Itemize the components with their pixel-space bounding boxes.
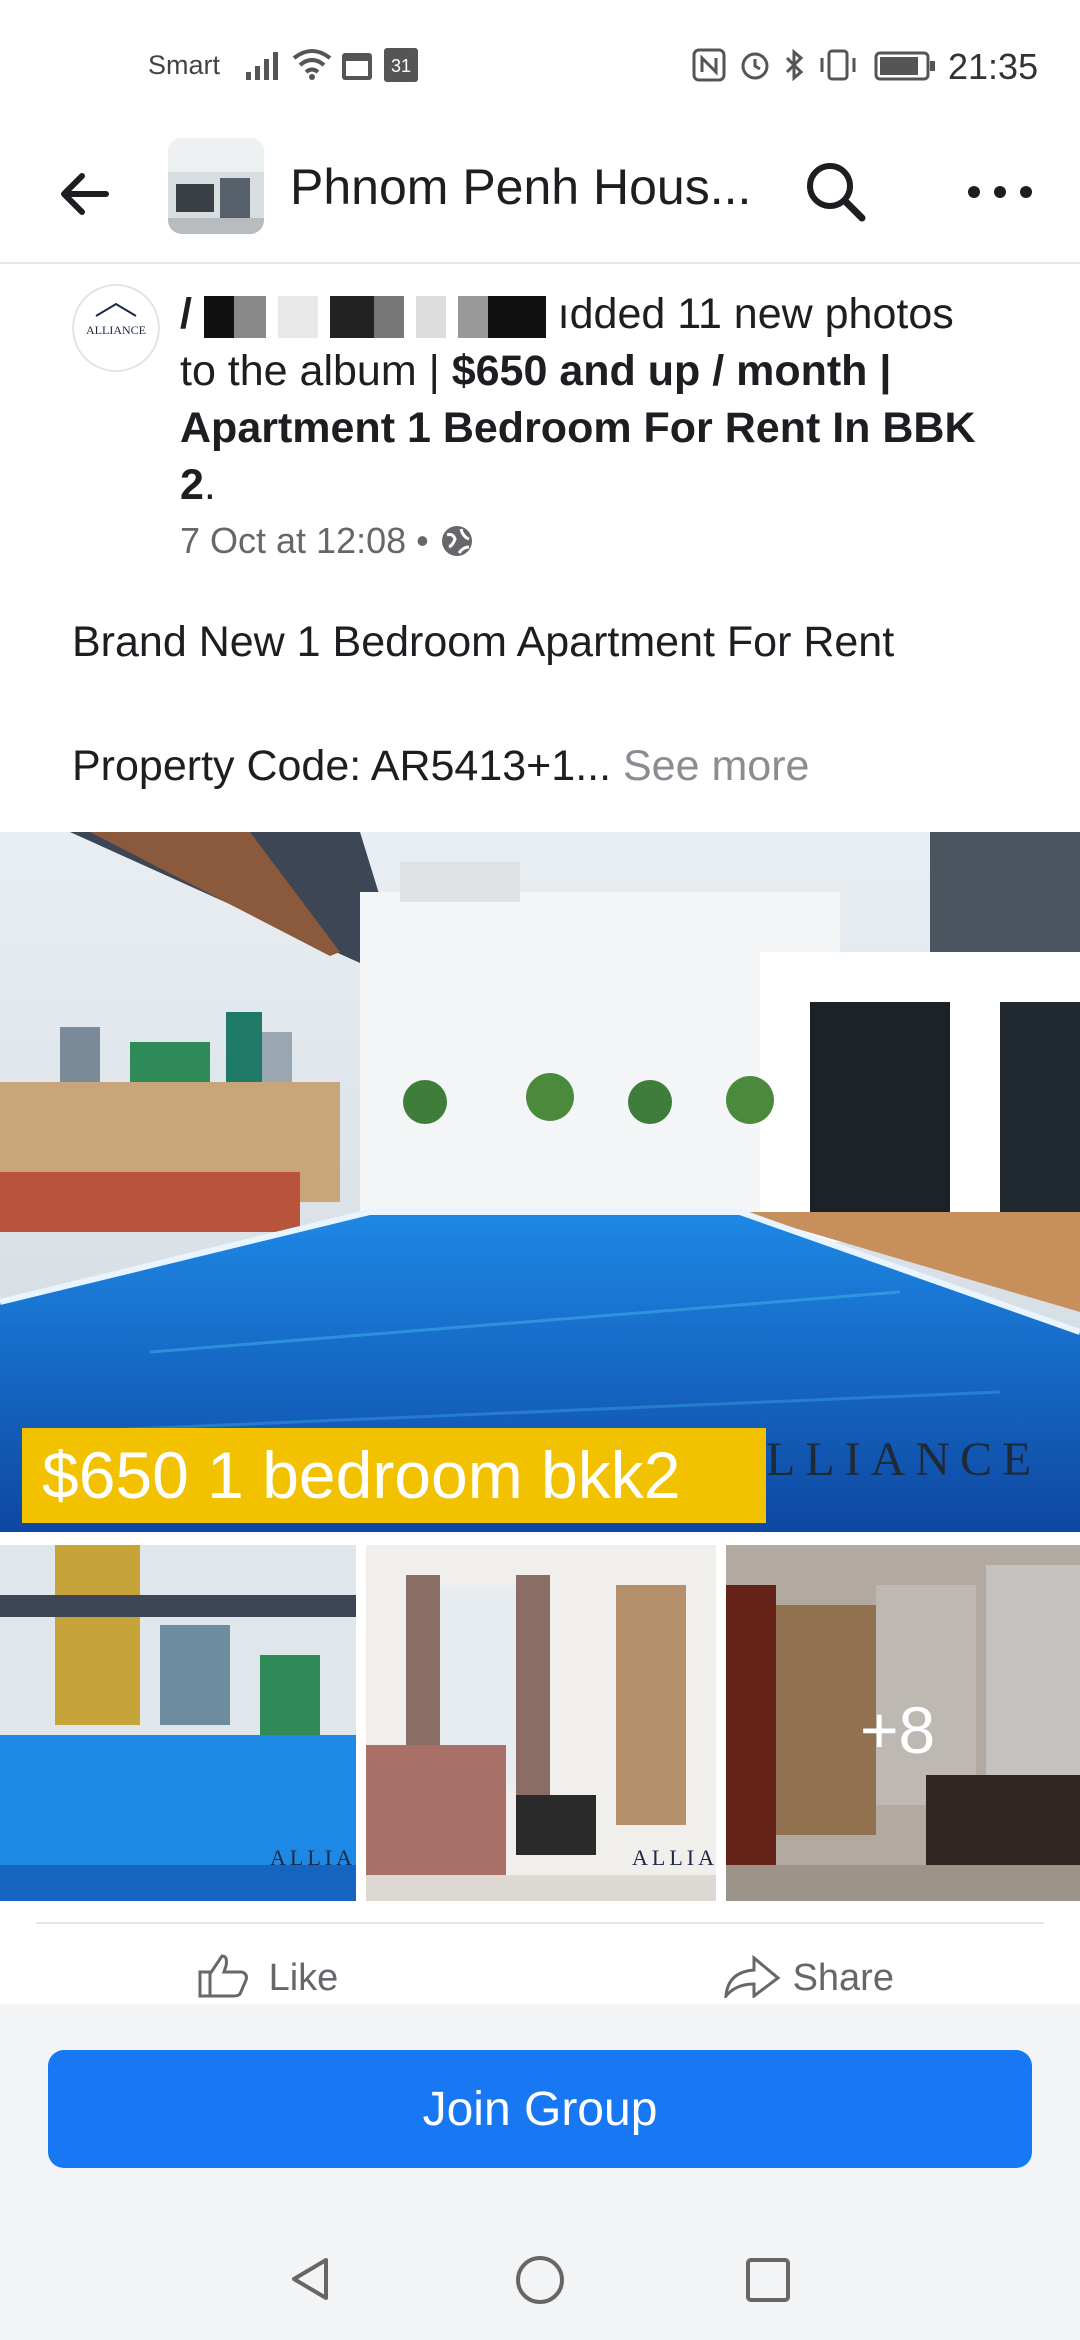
redacted-block xyxy=(373,295,404,338)
thumb-watermark: ALLIA xyxy=(270,1845,356,1870)
photo-watermark: LLIANCE xyxy=(766,1433,1042,1486)
property-code-text: Property Code: AR5413+1... xyxy=(72,742,612,790)
battery-icon xyxy=(874,51,935,81)
search-icon[interactable] xyxy=(800,156,872,228)
vibrate-icon xyxy=(820,49,856,81)
post-body-line: Property Code: AR5413+1... See more xyxy=(72,742,809,791)
redacted-block xyxy=(487,295,546,338)
join-group-button[interactable]: Join Group xyxy=(48,2050,1032,2168)
group-title[interactable]: Phnom Penh Hous... xyxy=(290,158,760,216)
like-button[interactable]: Like xyxy=(196,1952,338,2000)
post-header: / ıdded 11 new photos to the album | $65… xyxy=(180,290,976,509)
carrier-label: Smart xyxy=(148,50,221,80)
nav-home-icon[interactable] xyxy=(514,2254,566,2306)
nav-recents-icon[interactable] xyxy=(744,2256,792,2304)
photo-thumbnail[interactable]: ALLIA xyxy=(0,1545,356,1901)
see-more-link[interactable]: See more xyxy=(623,742,809,790)
globe-icon xyxy=(441,526,472,556)
clock: 21:35 xyxy=(948,46,1039,87)
wifi-icon xyxy=(292,49,332,80)
signal-icon xyxy=(246,52,278,80)
like-icon xyxy=(198,1954,248,1998)
divider xyxy=(36,1922,1044,1924)
back-arrow-icon[interactable] xyxy=(56,166,112,222)
price-banner: $650 1 bedroom bkk2 xyxy=(22,1428,766,1523)
more-photos-count[interactable]: +8 xyxy=(860,1692,935,1768)
share-button[interactable]: Share xyxy=(720,1952,894,2001)
redacted-block xyxy=(457,295,488,338)
bluetooth-icon xyxy=(785,48,804,82)
post-timestamp[interactable]: 7 Oct at 12:08 xyxy=(180,520,406,561)
photo-thumbnail[interactable]: ALLIA xyxy=(366,1545,716,1901)
alarm-icon xyxy=(741,52,769,80)
redacted-block xyxy=(329,295,374,338)
more-dots-icon[interactable] xyxy=(964,180,1036,204)
post-meta: 7 Oct at 12:08 • xyxy=(180,520,475,562)
calendar-date-icon: 31 xyxy=(384,48,418,82)
thumb-watermark: ALLIA xyxy=(632,1845,716,1870)
status-bar: Smart 31 21:35 xyxy=(0,0,1080,130)
redacted-block xyxy=(233,295,266,338)
like-label: Like xyxy=(268,1957,339,1999)
post-header-period: . xyxy=(203,461,216,509)
redacted-block xyxy=(203,295,234,338)
calendar-icon xyxy=(342,53,372,80)
redacted-block xyxy=(415,295,446,338)
avatar-logo-text: ALLIANCE xyxy=(86,323,146,337)
page-avatar[interactable]: ALLIANCE xyxy=(72,284,160,372)
app-bar: Phnom Penh Hous... xyxy=(0,130,1080,264)
redacted-block xyxy=(277,295,318,338)
system-navigation-bar xyxy=(0,2220,1080,2340)
nav-back-icon[interactable] xyxy=(286,2254,336,2304)
post-body-line: Brand New 1 Bedroom Apartment For Rent xyxy=(72,618,895,666)
meta-separator: • xyxy=(416,520,429,561)
nfc-icon xyxy=(692,48,726,82)
share-label: Share xyxy=(792,1957,894,1999)
share-icon xyxy=(724,1954,781,2001)
main-photo[interactable] xyxy=(0,832,1080,1532)
group-cover-thumbnail[interactable] xyxy=(168,138,264,234)
